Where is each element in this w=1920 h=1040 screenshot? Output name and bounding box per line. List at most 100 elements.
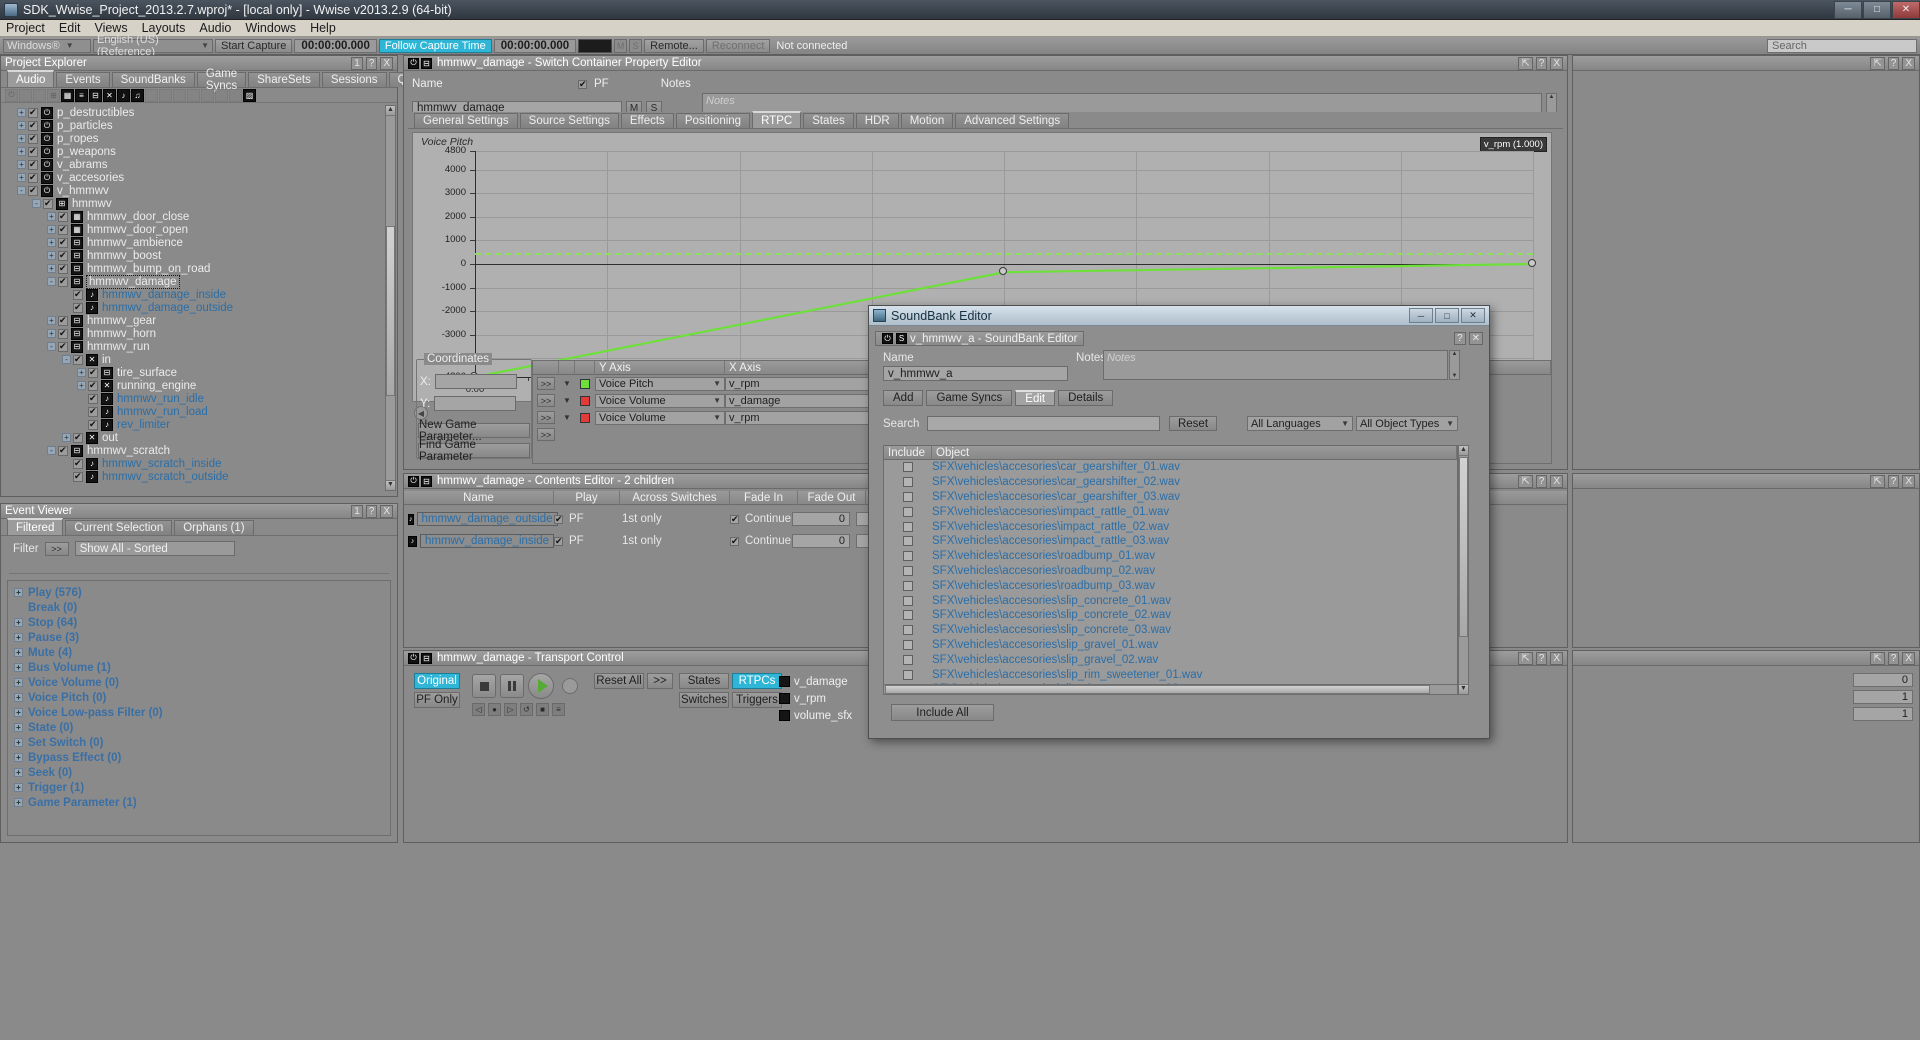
right-value-fields[interactable]: 011 [1853,673,1913,724]
soundbank-object-path[interactable]: SFX\vehicles\accesories\slip_concrete_01… [932,595,1171,607]
transport-rtpc-item[interactable]: v_rpm [779,690,852,707]
expand-toggle-icon[interactable]: + [47,212,56,221]
tab-sharesets[interactable]: ShareSets [248,72,320,87]
transport-value-field[interactable]: 0 [1853,673,1913,687]
tree-item-checkbox[interactable] [58,251,68,261]
ce-panel-close-button[interactable]: X [1550,475,1563,488]
pe-panel-index[interactable]: ⇱ [1518,57,1532,70]
sb-name-field[interactable]: v_hmmwv_a [883,366,1068,381]
options-icon[interactable]: ≡ [552,703,565,716]
contents-pf-checkbox[interactable] [554,515,563,524]
sb-object-types-select[interactable]: All Object Types ▼ [1356,416,1458,431]
event-row[interactable]: +Bus Volume (1) [14,660,384,675]
remote-button[interactable]: Remote... [644,39,704,53]
new-game-parameter-button[interactable]: New Game Parameter... [418,423,530,438]
event-row[interactable]: +Stop (64) [14,615,384,630]
tree-item-checkbox[interactable] [58,316,68,326]
soundbank-help-button[interactable]: ? [1454,332,1466,345]
soundbank-list-hscroll[interactable] [883,684,1458,695]
project-explorer-tree[interactable]: +⏻p_destructibles+⏻p_particles+⏻p_ropes+… [5,106,381,488]
soundbank-doc-tab[interactable]: ⏻ S v_hmmwv_a - SoundBank Editor [875,331,1084,346]
folder2-icon[interactable] [33,89,46,102]
soundbank-list-row[interactable]: SFX\vehicles\accesories\slip_concrete_02… [884,608,1457,623]
sb-tab-details[interactable]: Details [1058,390,1113,406]
rtpc-curve-color-swatch[interactable] [580,396,590,406]
tree-item-hmmwv_damage[interactable]: -⊟hmmwv_damage [5,275,381,288]
menu-item-edit[interactable]: Edit [59,21,81,35]
tree-item-checkbox[interactable] [73,303,83,313]
play-button[interactable] [528,673,554,699]
soundbank-object-path[interactable]: SFX\vehicles\accesories\car_gearshifter_… [932,476,1180,488]
soundbank-object-path[interactable]: SFX\vehicles\accesories\slip_gravel_02.w… [932,654,1158,666]
tree-item-hmmwv_run_idle[interactable]: ♪hmmwv_run_idle [5,392,381,405]
tree-item-checkbox[interactable] [73,355,83,365]
soundbank-list-row[interactable]: SFX\vehicles\accesories\car_gearshifter_… [884,475,1457,490]
tab-general-settings[interactable]: General Settings [414,113,518,128]
soundbank-object-path[interactable]: SFX\vehicles\accesories\slip_concrete_03… [932,624,1171,636]
include-checkbox[interactable] [903,596,913,606]
tree-item-v_abrams[interactable]: +⏻v_abrams [5,158,381,171]
rpm-index[interactable]: ⇱ [1870,475,1884,488]
event-row[interactable]: +Voice Pitch (0) [14,690,384,705]
random-container-icon[interactable]: ▦ [61,89,74,102]
soundbank-object-list[interactable]: Include Object SFX\vehicles\accesories\c… [883,445,1458,695]
soundbank-object-path[interactable]: SFX\vehicles\accesories\roadbump_02.wav [932,565,1155,577]
transport-value-field[interactable]: 1 [1853,690,1913,704]
pe-panel-help-button[interactable]: ? [1536,57,1548,70]
tab-events[interactable]: Events [56,72,109,87]
tree-item-out[interactable]: +✕out [5,431,381,444]
table-icon[interactable] [201,89,214,102]
collapse-toggle-icon[interactable]: - [47,277,56,286]
ce-panel-index[interactable]: ⇱ [1518,475,1532,488]
tree-item-checkbox[interactable] [73,290,83,300]
filter-value-field[interactable]: Show All - Sorted [75,541,235,556]
pf-checkbox[interactable] [578,80,587,89]
tab-advanced-settings[interactable]: Advanced Settings [955,113,1069,128]
tab-game-syncs[interactable]: Game Syncs [197,72,246,87]
tree-item-checkbox[interactable] [28,147,38,157]
include-checkbox[interactable] [903,462,913,472]
include-checkbox[interactable] [903,640,913,650]
sb-notes-field[interactable]: Notes [1103,350,1448,380]
soundbank-object-path[interactable]: SFX\vehicles\accesories\car_gearshifter_… [932,461,1180,473]
expand-toggle-icon[interactable]: + [47,251,56,260]
platform-selector[interactable]: Windows® ▼ [3,39,91,53]
include-checkbox[interactable] [903,566,913,576]
sb-tab-edit[interactable]: Edit [1015,390,1055,406]
solo-toggle[interactable]: S [629,39,642,53]
include-checkbox[interactable] [903,610,913,620]
music-icon[interactable]: ♫ [131,89,144,102]
menu-item-audio[interactable]: Audio [199,21,231,35]
hand-icon[interactable] [159,89,172,102]
expand-toggle-icon[interactable]: + [17,134,26,143]
event-row[interactable]: +Set Switch (0) [14,735,384,750]
transport-rtpc-item[interactable]: v_damage [779,673,852,690]
rpb-index[interactable]: ⇱ [1870,652,1884,665]
transport-tabs-row1[interactable]: States RTPCs [679,673,782,689]
expand-toggle-icon[interactable]: + [14,798,23,807]
expand-toggle-icon[interactable]: + [14,783,23,792]
expand-toggle-icon[interactable]: + [14,738,23,747]
tree-item-checkbox[interactable] [28,173,38,183]
event-viewer-tabs[interactable]: Filtered Current Selection Orphans (1) [1,519,397,536]
tree-item-p_weapons[interactable]: +⏻p_weapons [5,145,381,158]
include-checkbox[interactable] [903,536,913,546]
ce-panel-help-button[interactable]: ? [1536,475,1548,488]
event-row[interactable]: +Pause (3) [14,630,384,645]
tab-filtered[interactable]: Filtered [7,518,63,535]
tree-item-p_particles[interactable]: +⏻p_particles [5,119,381,132]
close-button[interactable]: ✕ [1892,1,1920,19]
tree-item-rev_limiter[interactable]: ♪rev_limiter [5,418,381,431]
soundbank-list-row[interactable]: SFX\vehicles\accesories\impact_rattle_02… [884,519,1457,534]
collapse-toggle-icon[interactable]: - [47,446,56,455]
tab-rtpcs[interactable]: RTPCs [732,673,782,689]
soundbank-list-row[interactable]: SFX\vehicles\accesories\slip_concrete_03… [884,623,1457,638]
soundbank-list-row[interactable]: SFX\vehicles\accesories\impact_rattle_03… [884,534,1457,549]
expand-toggle-icon[interactable]: + [17,108,26,117]
pause-button[interactable] [500,674,524,698]
tp-panel-help-button[interactable]: ? [1536,652,1548,665]
tab-effects[interactable]: Effects [621,113,674,128]
rp-index[interactable]: ⇱ [1870,57,1884,70]
stop-button[interactable] [472,674,496,698]
expand-toggle-icon[interactable]: + [14,768,23,777]
